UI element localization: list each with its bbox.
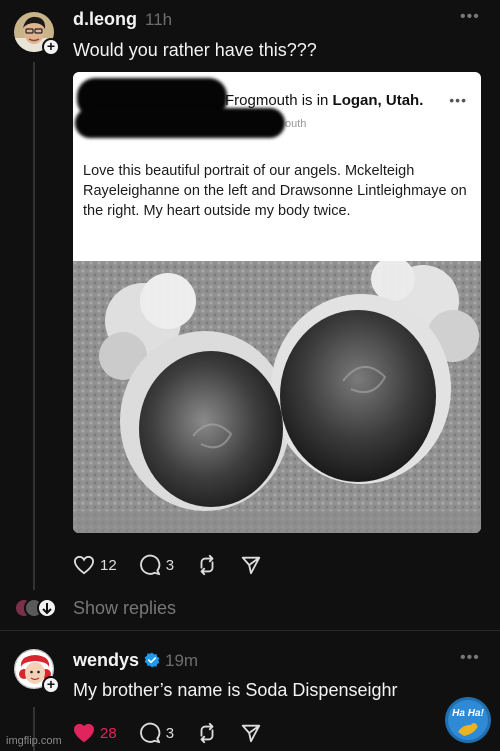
show-replies-link[interactable]: Show replies (73, 598, 176, 619)
share-button[interactable] (240, 722, 262, 744)
timestamp: 19m (165, 651, 199, 670)
repost-button[interactable] (196, 554, 218, 576)
username[interactable]: wendys (73, 650, 139, 671)
embedded-subtitle: outh (285, 118, 307, 130)
like-button[interactable]: 12 (73, 555, 117, 575)
send-icon (241, 556, 261, 575)
username[interactable]: d.leong (73, 9, 137, 30)
more-options-icon[interactable]: ••• (460, 8, 480, 26)
post-text: My brother’s name is Soda Dispenseighr (73, 680, 398, 700)
follow-plus-icon[interactable]: + (42, 38, 60, 56)
post-wendys: + wendys 19m ••• My brother’s name is So… (0, 631, 500, 751)
reply-button[interactable]: 3 (139, 554, 174, 576)
replier-avatars-icon (14, 598, 57, 618)
post-actions: 12 3 (73, 552, 284, 578)
haha-sticker: Ha Ha! (445, 697, 491, 743)
babies-photo (73, 261, 481, 533)
timestamp: 11h (145, 10, 173, 29)
reply-count: 3 (165, 556, 175, 574)
thread-line (33, 62, 35, 590)
reply-bubble-icon (139, 554, 160, 576)
embedded-header: Frogmouth is in Logan, Utah. outh ••• (73, 72, 481, 138)
verified-badge-icon (144, 652, 160, 668)
repost-button[interactable] (196, 722, 218, 744)
embedded-caption: Love this beautiful portrait of our ange… (83, 163, 467, 219)
share-button[interactable] (240, 554, 262, 576)
redaction-mark (75, 108, 285, 138)
reply-count: 3 (165, 724, 175, 742)
watermark: imgflip.com (6, 735, 62, 747)
embedded-more-icon: ••• (449, 92, 467, 108)
follow-plus-icon[interactable]: + (42, 676, 60, 694)
more-options-icon[interactable]: ••• (460, 649, 480, 667)
post-actions: 28 3 (73, 720, 284, 746)
post-text: Would you rather have this??? (73, 40, 317, 60)
replier-avatars[interactable] (14, 597, 60, 619)
reply-button[interactable]: 3 (139, 722, 174, 744)
embedded-location: Frogmouth is in Logan, Utah. (225, 92, 423, 109)
location-name: Logan, Utah. (332, 92, 424, 109)
reply-bubble-icon (139, 722, 160, 744)
sticker-text: Ha Ha! (452, 708, 484, 719)
location-prefix: Frogmouth is in (225, 92, 329, 109)
heart-icon (73, 555, 95, 575)
embedded-screenshot[interactable]: Frogmouth is in Logan, Utah. outh ••• Lo… (73, 72, 481, 533)
like-count: 28 (100, 724, 117, 742)
post-dleong: + d.leong 11h ••• Would you rather have … (0, 0, 500, 630)
repost-icon (200, 554, 214, 576)
send-icon (241, 724, 261, 743)
heart-filled-icon (73, 723, 95, 743)
like-count: 12 (100, 556, 117, 574)
like-button[interactable]: 28 (73, 723, 117, 743)
repost-icon (200, 722, 214, 744)
